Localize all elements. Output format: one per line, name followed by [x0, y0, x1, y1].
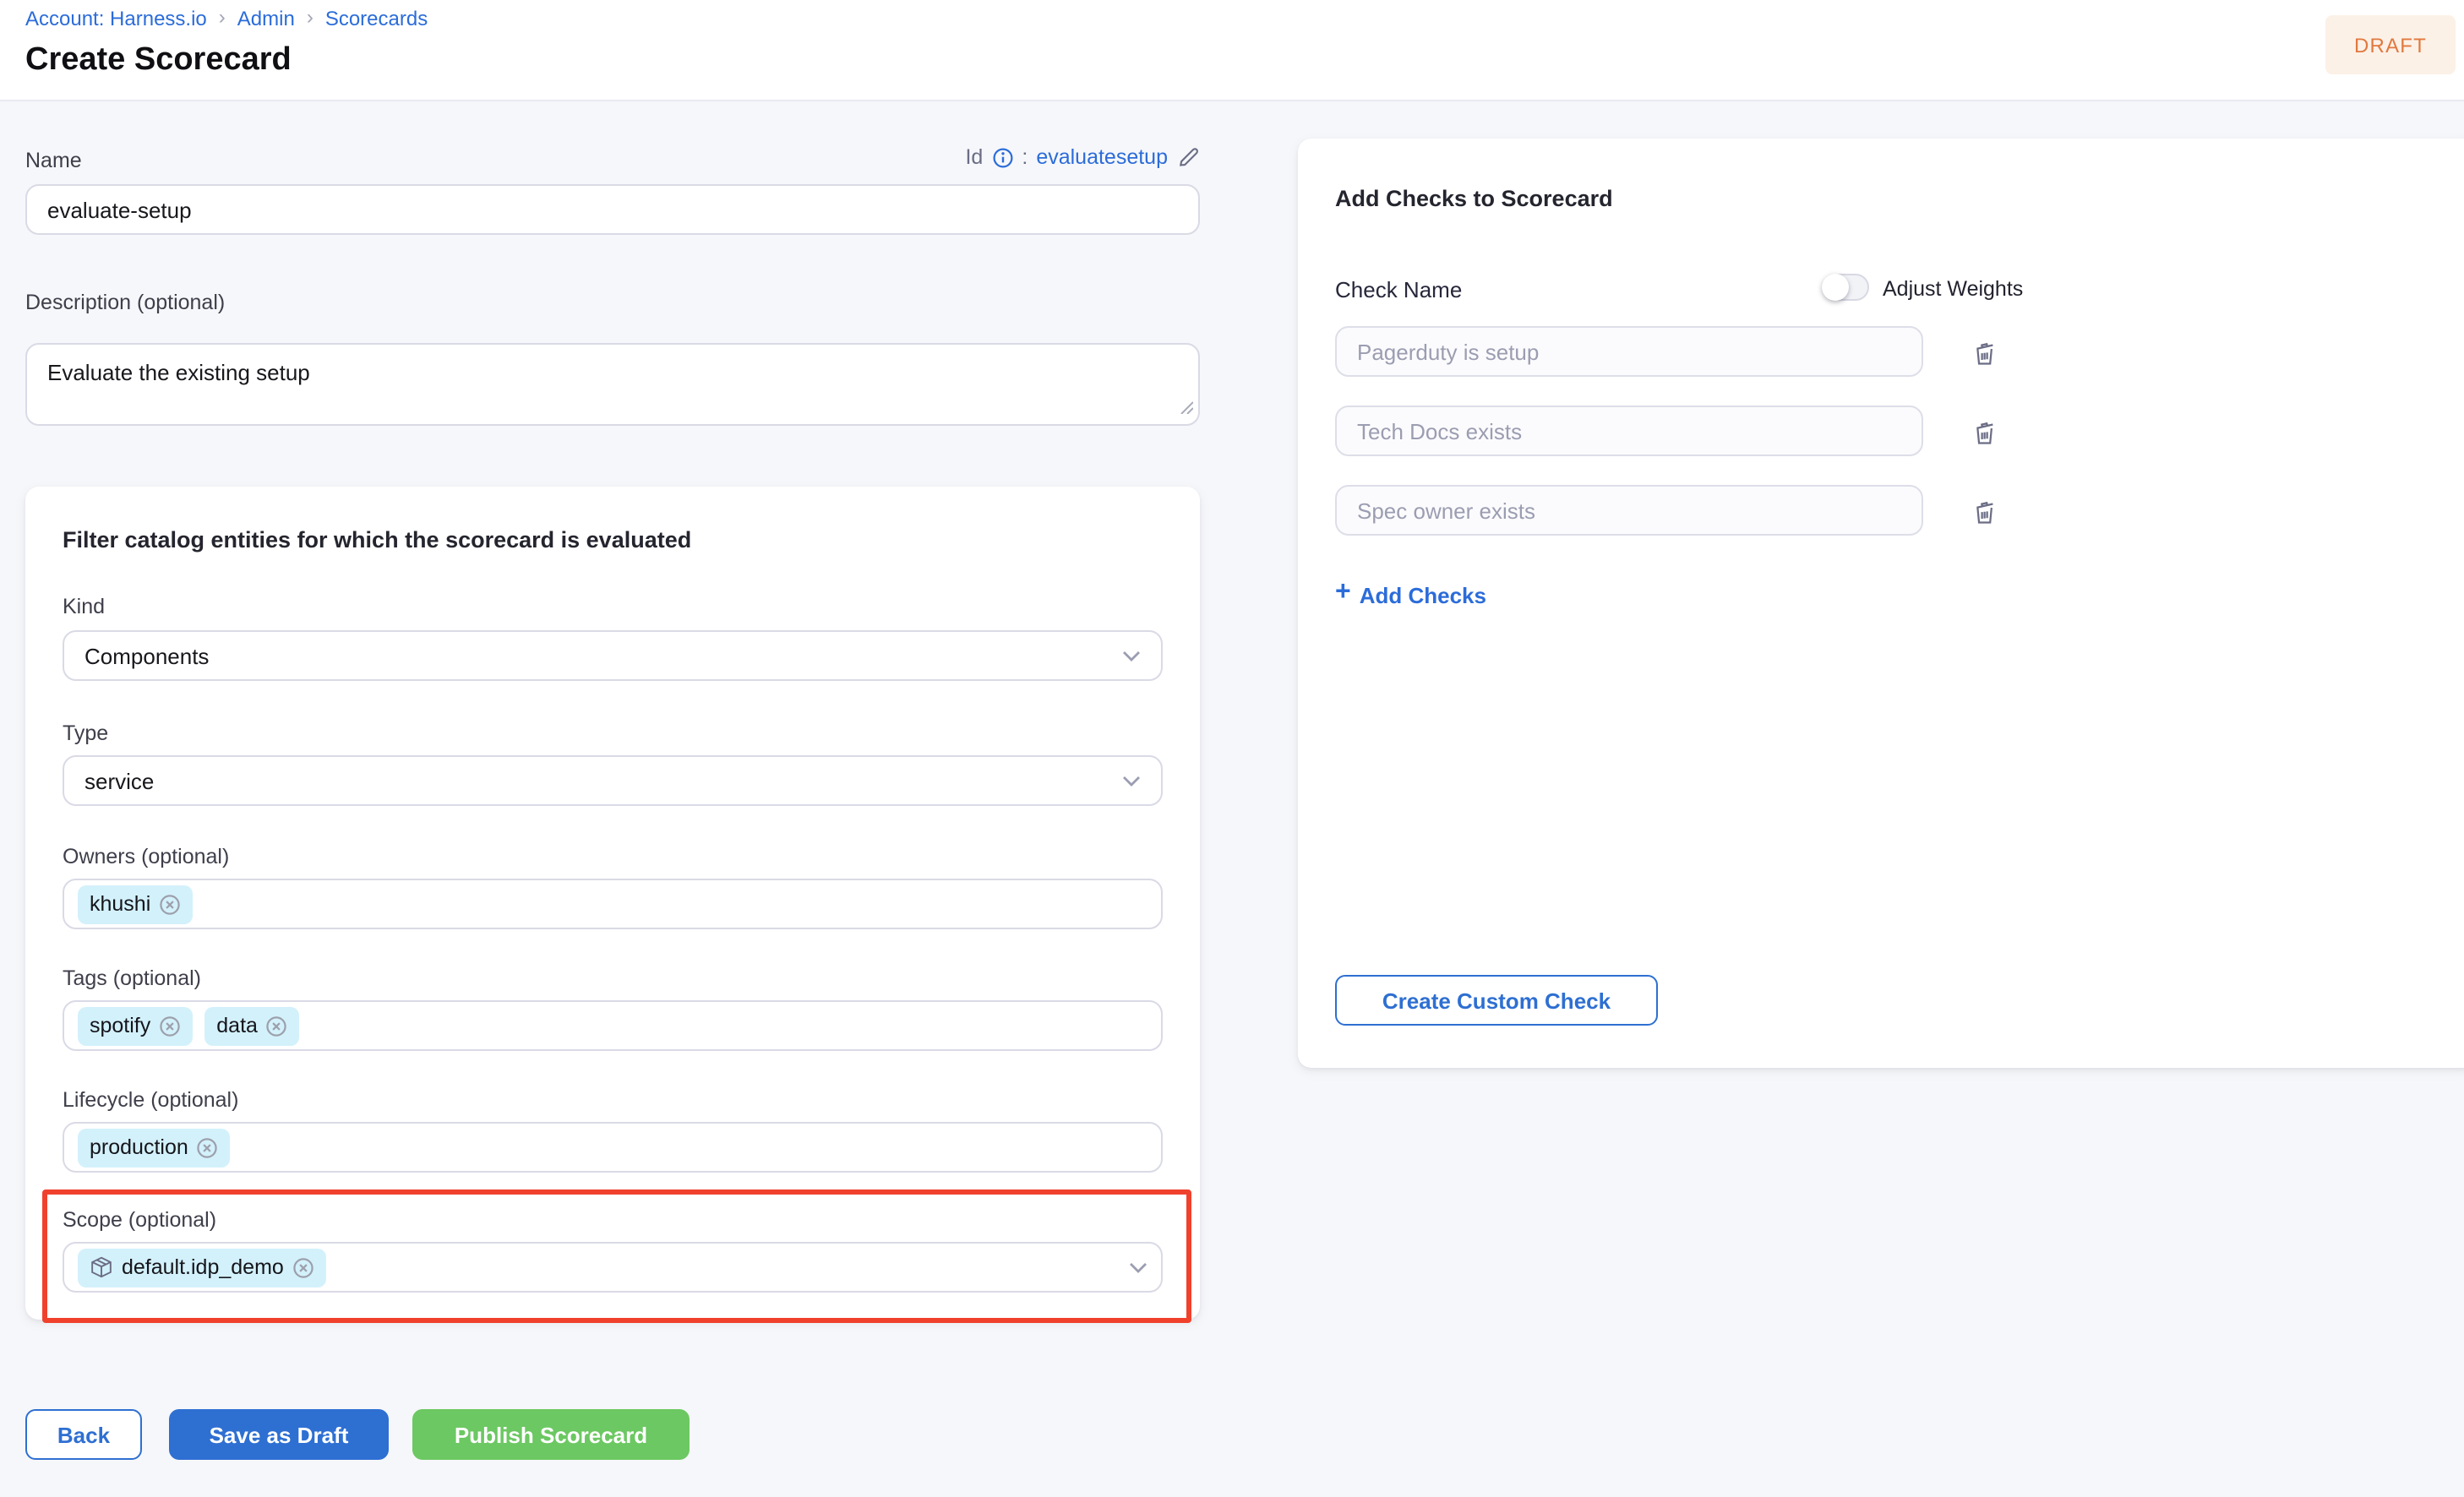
scope-chip: default.idp_demo: [78, 1248, 326, 1287]
adjust-weights-toggle[interactable]: [1822, 274, 1869, 301]
lifecycle-chip-label: production: [90, 1135, 188, 1159]
toggle-knob: [1822, 274, 1849, 301]
info-icon[interactable]: [991, 146, 1013, 168]
tags-label: Tags (optional): [63, 966, 201, 990]
create-custom-check-button[interactable]: Create Custom Check: [1335, 975, 1658, 1026]
lifecycle-label: Lifecycle (optional): [63, 1088, 238, 1112]
owners-label: Owners (optional): [63, 845, 229, 868]
id-colon: :: [1022, 145, 1028, 169]
chevron-down-icon: [1122, 775, 1141, 787]
scope-chip-label: default.idp_demo: [122, 1255, 284, 1279]
page-header: Account: Harness.io › Admin › Scorecards…: [0, 0, 2464, 101]
check-input-3[interactable]: [1335, 485, 1923, 536]
owner-chip: khushi: [78, 885, 193, 923]
checks-panel-title: Add Checks to Scorecard: [1335, 186, 1613, 211]
add-checks-label: Add Checks: [1360, 582, 1486, 607]
tag-chip-label: spotify: [90, 1014, 150, 1037]
page-title: Create Scorecard: [25, 42, 292, 79]
add-checks-link[interactable]: + Add Checks: [1335, 581, 1486, 608]
create-scorecard-page: Account: Harness.io › Admin › Scorecards…: [0, 0, 2464, 1497]
owner-chip-label: khushi: [90, 892, 150, 916]
check-name-column-label: Check Name: [1335, 277, 1462, 302]
tags-input[interactable]: spotify data: [63, 1000, 1163, 1051]
kind-label: Kind: [63, 595, 105, 618]
publish-scorecard-button[interactable]: Publish Scorecard: [412, 1409, 690, 1460]
delete-check-icon[interactable]: [1967, 414, 2001, 448]
scope-select[interactable]: default.idp_demo: [63, 1242, 1163, 1293]
delete-check-icon[interactable]: [1967, 335, 2001, 368]
resize-grip-icon[interactable]: [1180, 394, 1193, 419]
lifecycle-input[interactable]: production: [63, 1122, 1163, 1173]
tag-chip: spotify: [78, 1006, 193, 1045]
check-input-2[interactable]: [1335, 406, 1923, 456]
filter-card-title: Filter catalog entities for which the sc…: [63, 527, 691, 553]
status-badge: DRAFT: [2325, 15, 2456, 74]
tag-chip: data: [204, 1006, 300, 1045]
check-input-1[interactable]: [1335, 326, 1923, 377]
package-cube-icon: [90, 1255, 113, 1279]
tag-chip-label: data: [216, 1014, 258, 1037]
id-row: Id : evaluatesetup: [965, 145, 1200, 169]
delete-check-icon[interactable]: [1967, 493, 2001, 527]
breadcrumb-scorecards-link[interactable]: Scorecards: [325, 7, 428, 30]
scope-label: Scope (optional): [63, 1208, 216, 1232]
name-label: Name: [25, 149, 82, 172]
breadcrumb-account-link[interactable]: Account: Harness.io: [25, 7, 207, 30]
chip-close-icon[interactable]: [159, 893, 181, 915]
kind-value: Components: [84, 643, 209, 668]
plus-icon: +: [1335, 580, 1351, 607]
lifecycle-chip: production: [78, 1128, 231, 1167]
edit-pencil-icon[interactable]: [1176, 145, 1200, 169]
breadcrumb-separator-icon: ›: [307, 5, 313, 29]
description-label: Description (optional): [25, 291, 225, 314]
type-select[interactable]: service: [63, 755, 1163, 806]
chevron-down-icon: [1129, 1261, 1148, 1273]
kind-select[interactable]: Components: [63, 630, 1163, 681]
save-as-draft-button[interactable]: Save as Draft: [169, 1409, 389, 1460]
id-label: Id: [965, 145, 983, 169]
type-label: Type: [63, 721, 108, 745]
owners-input[interactable]: khushi: [63, 879, 1163, 929]
chip-close-icon[interactable]: [266, 1015, 288, 1037]
chip-close-icon[interactable]: [159, 1015, 181, 1037]
type-value: service: [84, 768, 154, 793]
breadcrumb: Account: Harness.io › Admin › Scorecards: [25, 7, 428, 30]
breadcrumb-separator-icon: ›: [219, 5, 226, 29]
chip-close-icon[interactable]: [197, 1136, 219, 1158]
name-input[interactable]: [25, 184, 1200, 235]
chevron-down-icon: [1122, 650, 1141, 661]
chip-close-icon[interactable]: [292, 1256, 314, 1278]
description-textarea[interactable]: Evaluate the existing setup: [25, 343, 1200, 426]
back-button[interactable]: Back: [25, 1409, 142, 1460]
id-value-link[interactable]: evaluatesetup: [1036, 145, 1168, 169]
adjust-weights-label: Adjust Weights: [1883, 277, 2023, 301]
breadcrumb-admin-link[interactable]: Admin: [237, 7, 295, 30]
description-text: Evaluate the existing setup: [47, 360, 310, 385]
